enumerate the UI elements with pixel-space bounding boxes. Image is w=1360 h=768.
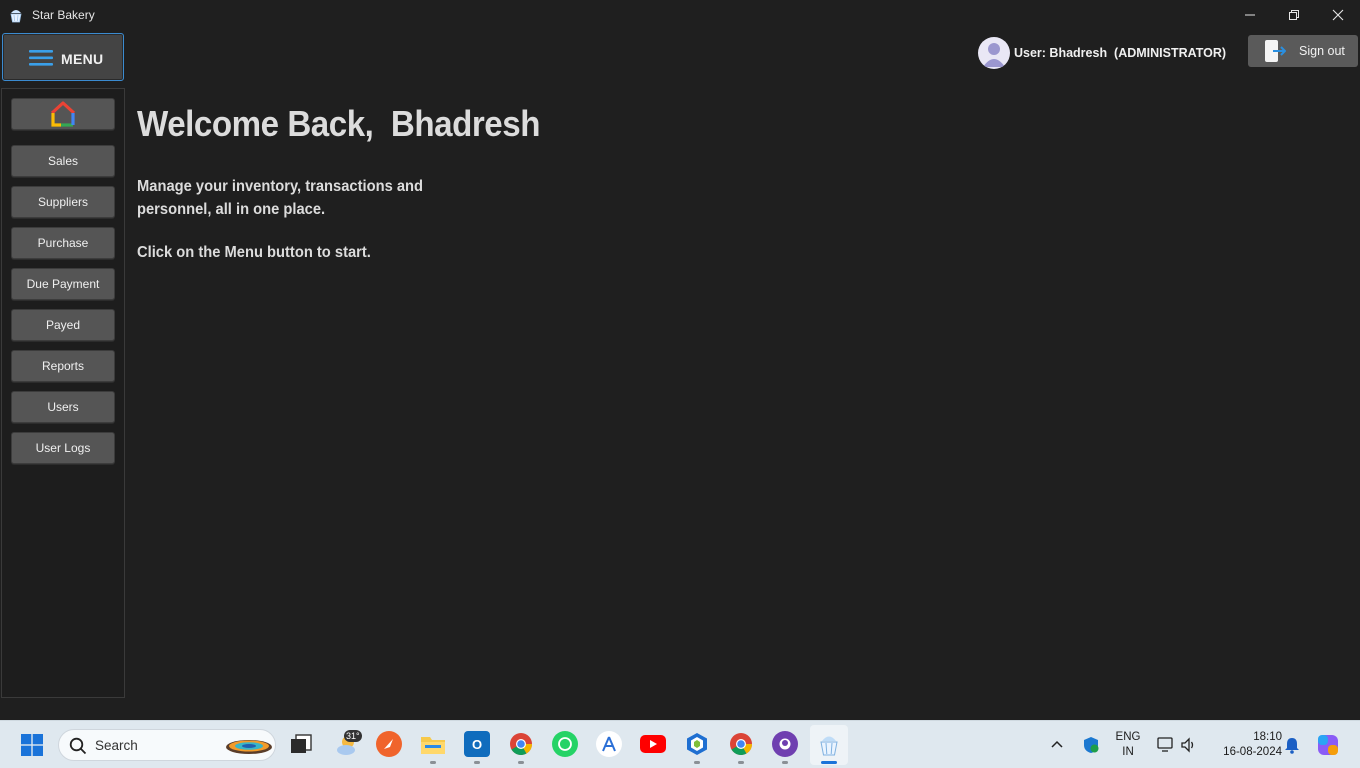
virtualbox-icon (687, 733, 707, 755)
signout-button[interactable]: Sign out (1248, 35, 1358, 67)
android-studio-icon (602, 736, 616, 752)
running-indicator (474, 761, 480, 764)
outlook-icon: O (471, 736, 483, 752)
github-icon (779, 738, 791, 750)
minimize-icon (1245, 14, 1255, 16)
hamburger-icon (29, 50, 53, 66)
clock[interactable]: 18:10 16-08-2024 (1210, 730, 1282, 760)
sidebar-item-sales[interactable]: Sales (11, 145, 115, 177)
compass-app-icon (384, 739, 393, 749)
welcome-description: Manage your inventory, transactions and … (137, 178, 424, 218)
search-label: Search (95, 738, 138, 753)
home-icon (50, 101, 76, 127)
user-label: User: Bhadresh (ADMINISTRATOR) (1014, 46, 1227, 60)
sidebar-item-purchase[interactable]: Purchase (11, 227, 115, 259)
youtube-icon (640, 735, 666, 753)
close-icon (1332, 9, 1344, 21)
taskbar-app-virtualbox[interactable] (684, 731, 710, 757)
chrome-profile-icon (730, 733, 752, 755)
running-indicator (782, 761, 788, 764)
taskbar-app-compass[interactable] (376, 731, 402, 757)
task-view-button[interactable] (288, 731, 314, 757)
restore-button[interactable] (1272, 0, 1316, 30)
clock-date: 16-08-2024 (1223, 746, 1282, 758)
chevron-up-icon[interactable] (1050, 739, 1064, 749)
sidebar-item-users[interactable]: Users (11, 391, 115, 423)
minimize-button[interactable] (1228, 0, 1272, 30)
active-indicator (821, 761, 837, 764)
search-highlight-icon (226, 740, 272, 754)
window-title: Star Bakery (32, 8, 95, 22)
sidebar-item-suppliers[interactable]: Suppliers (11, 186, 115, 218)
network-icon[interactable] (1156, 736, 1176, 754)
security-shield-icon[interactable] (1082, 736, 1100, 754)
chrome-icon (510, 733, 532, 755)
cupcake-icon (10, 10, 22, 23)
weather-temp: 31° (344, 730, 362, 742)
volume-icon[interactable] (1180, 736, 1198, 754)
windows-start-icon[interactable] (21, 734, 43, 756)
sidebar-item-due-payment[interactable]: Due Payment (11, 268, 115, 300)
file-explorer-icon (421, 737, 445, 754)
close-button[interactable] (1316, 0, 1360, 30)
sidebar-item-reports[interactable]: Reports (11, 350, 115, 382)
sidebar-item-payed[interactable]: Payed (11, 309, 115, 341)
menu-button[interactable]: MENU (2, 33, 124, 81)
task-view-icon (291, 734, 312, 753)
taskbar-app-chrome-profile[interactable] (728, 731, 754, 757)
sign-out-icon (1265, 40, 1286, 62)
signout-label: Sign out (1299, 44, 1345, 58)
start-hint: Click on the Menu button to start. (137, 244, 371, 261)
whatsapp-icon (558, 737, 572, 751)
taskbar-app-github[interactable] (772, 731, 798, 757)
search-icon (69, 737, 87, 755)
title-bar: Star Bakery (0, 0, 1360, 30)
taskbar-app-star-bakery[interactable] (810, 725, 848, 765)
menu-label: MENU (61, 51, 104, 67)
running-indicator (430, 761, 436, 764)
running-indicator (694, 761, 700, 764)
taskbar-app-whatsapp[interactable] (552, 731, 578, 757)
sidebar-item-user-logs[interactable]: User Logs (11, 432, 115, 464)
taskbar-search[interactable]: Search (58, 729, 276, 761)
home-button[interactable] (11, 98, 115, 130)
language-code: ENG (1115, 731, 1141, 743)
copilot-icon[interactable] (1316, 733, 1340, 757)
region-code: IN (1122, 746, 1134, 758)
taskbar-app-outlook[interactable]: O (464, 731, 490, 757)
welcome-heading: Welcome Back, Bhadresh (137, 103, 540, 144)
taskbar-app-file-explorer[interactable] (420, 731, 446, 757)
taskbar-app-youtube[interactable] (640, 731, 666, 757)
restore-icon (1289, 10, 1299, 20)
sidebar: Sales Suppliers Purchase Due Payment Pay… (1, 88, 125, 698)
user-icon (983, 43, 1005, 67)
running-indicator (738, 761, 744, 764)
star-bakery-icon (820, 736, 838, 756)
taskbar: Search 31° O ENG IN 18:10 16-08-2024 (0, 720, 1360, 768)
taskbar-app-chrome[interactable] (508, 731, 534, 757)
taskbar-app-android-studio[interactable] (596, 731, 622, 757)
notification-bell-icon[interactable] (1284, 736, 1300, 754)
language-indicator[interactable]: ENG IN (1110, 730, 1146, 760)
clock-time: 18:10 (1253, 731, 1282, 743)
avatar (978, 37, 1010, 69)
running-indicator (518, 761, 524, 764)
